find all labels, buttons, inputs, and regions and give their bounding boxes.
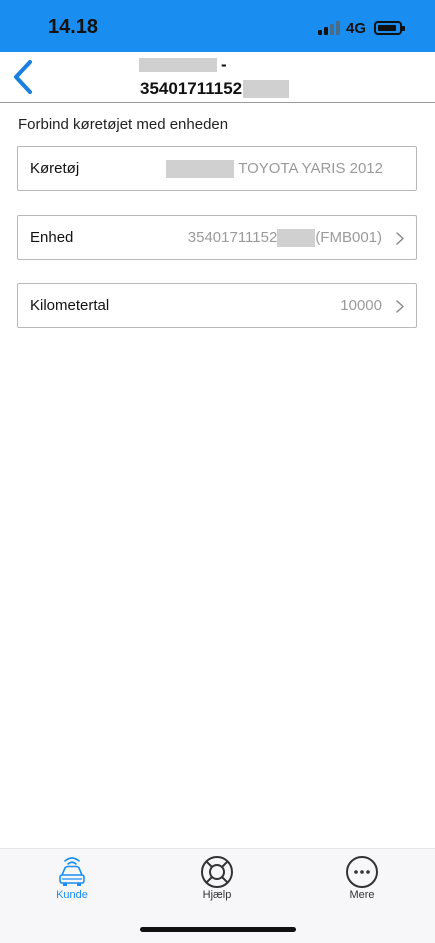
device-model: (FMB001) bbox=[315, 229, 382, 246]
vehicle-name: TOYOTA YARIS 2012 bbox=[238, 160, 383, 177]
tab-kunde[interactable]: Kunde bbox=[32, 849, 112, 909]
tab-mere[interactable]: Mere bbox=[322, 849, 402, 909]
device-imei: 35401711152 bbox=[187, 229, 278, 246]
device-row[interactable]: Enhed 35401711152 (FMB001) bbox=[17, 215, 417, 260]
tab-label-kunde: Kunde bbox=[56, 889, 88, 901]
title-dash: - bbox=[221, 55, 227, 74]
battery-icon bbox=[374, 21, 405, 35]
nav-title-line1: - bbox=[139, 55, 227, 74]
status-bar: 14.18 4G bbox=[0, 0, 435, 52]
tab-hjaelp[interactable]: Hjælp bbox=[177, 849, 257, 909]
nav-title-line2: 35401711152 bbox=[140, 79, 290, 99]
chevron-right-icon bbox=[396, 232, 404, 245]
status-time: 14.18 bbox=[48, 16, 99, 38]
device-id-title: 35401711152 bbox=[140, 79, 243, 98]
section-label: Forbind køretøjet med enheden bbox=[18, 116, 229, 133]
vehicle-value: TOYOTA YARIS 2012 bbox=[166, 159, 383, 178]
redacted-block bbox=[277, 228, 316, 247]
network-type: 4G bbox=[346, 20, 367, 37]
chevron-right-icon bbox=[396, 300, 404, 313]
odometer-label: Kilometertal bbox=[30, 297, 110, 314]
vehicle-label: Køretøj bbox=[30, 160, 80, 177]
vehicle-row[interactable]: Køretøj TOYOTA YARIS 2012 bbox=[17, 146, 417, 191]
home-indicator bbox=[140, 927, 296, 932]
car-icon bbox=[59, 857, 85, 886]
lifebuoy-icon bbox=[201, 856, 233, 888]
device-value: 35401711152 (FMB001) bbox=[187, 228, 382, 247]
device-label: Enhed bbox=[30, 229, 74, 246]
nav-header: - 35401711152 bbox=[0, 52, 435, 103]
more-icon bbox=[346, 856, 378, 888]
redacted-block bbox=[139, 58, 217, 72]
signal-icon bbox=[318, 21, 340, 35]
tab-label-mere: Mere bbox=[349, 889, 375, 901]
redacted-block bbox=[166, 159, 235, 178]
chevron-left-icon bbox=[14, 60, 32, 94]
odometer-value: 10000 bbox=[340, 297, 382, 314]
back-button[interactable] bbox=[4, 56, 44, 98]
odometer-row[interactable]: Kilometertal 10000 bbox=[17, 283, 417, 328]
tab-label-hjaelp: Hjælp bbox=[202, 889, 232, 901]
redacted-block bbox=[243, 80, 290, 98]
